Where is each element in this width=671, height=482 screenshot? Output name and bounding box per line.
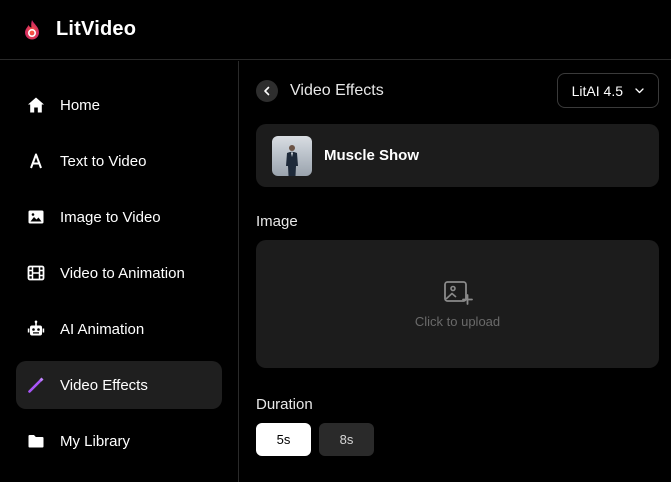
sidebar-item-text-to-video[interactable]: Text to Video [16, 137, 222, 185]
sidebar-item-my-library[interactable]: My Library [16, 417, 222, 465]
sidebar-item-video-to-animation[interactable]: Video to Animation [16, 249, 222, 297]
sidebar-item-label: Video Effects [60, 376, 148, 394]
home-icon [26, 95, 46, 115]
add-image-icon [443, 280, 473, 306]
effect-card[interactable]: Muscle Show [256, 124, 659, 187]
top-bar: LitVideo [0, 0, 671, 60]
image-upload-area[interactable]: Click to upload [256, 240, 659, 368]
wand-icon [26, 375, 46, 395]
panel-header: Video Effects LitAI 4.5 [256, 73, 659, 108]
chevron-left-icon [262, 86, 272, 96]
duration-section-label: Duration [256, 396, 313, 413]
image-icon [26, 207, 46, 227]
duration-options: 5s 8s [256, 423, 659, 456]
sidebar-item-label: AI Animation [60, 320, 145, 338]
sidebar-item-label: My Library [60, 432, 131, 450]
model-select[interactable]: LitAI 4.5 [556, 73, 659, 108]
sidebar-item-ai-animation[interactable]: AI Animation [16, 305, 222, 353]
sidebar-item-image-to-video[interactable]: Image to Video [16, 193, 222, 241]
robot-icon [26, 319, 46, 339]
sidebar-item-label: Home [60, 96, 101, 114]
sidebar-item-label: Video to Animation [60, 264, 185, 282]
duration-option-5s[interactable]: 5s [256, 423, 311, 456]
page-title: Video Effects [290, 81, 384, 99]
film-icon [26, 263, 46, 283]
chevron-down-icon [635, 87, 644, 94]
effect-name: Muscle Show [324, 147, 420, 164]
text-a-icon [26, 151, 46, 171]
sidebar: Home Text to Video Image to Video Video … [0, 61, 239, 482]
main-panel: Video Effects LitAI 4.5 Muscle Show Imag… [240, 61, 671, 482]
brand-name: LitVideo [56, 18, 137, 40]
image-section-label: Image [256, 213, 298, 230]
effect-thumbnail [272, 135, 312, 176]
upload-hint: Click to upload [414, 313, 501, 329]
model-select-value: LitAI 4.5 [571, 82, 623, 99]
sidebar-item-label: Text to Video [60, 152, 147, 170]
flame-icon [20, 18, 44, 42]
header-left: Video Effects [256, 79, 384, 102]
sidebar-item-video-effects[interactable]: Video Effects [16, 361, 222, 409]
sidebar-item-label: Image to Video [60, 208, 161, 226]
sidebar-item-home[interactable]: Home [16, 81, 222, 129]
back-button[interactable] [256, 79, 278, 102]
duration-option-8s[interactable]: 8s [319, 423, 374, 456]
folder-icon [26, 431, 46, 451]
